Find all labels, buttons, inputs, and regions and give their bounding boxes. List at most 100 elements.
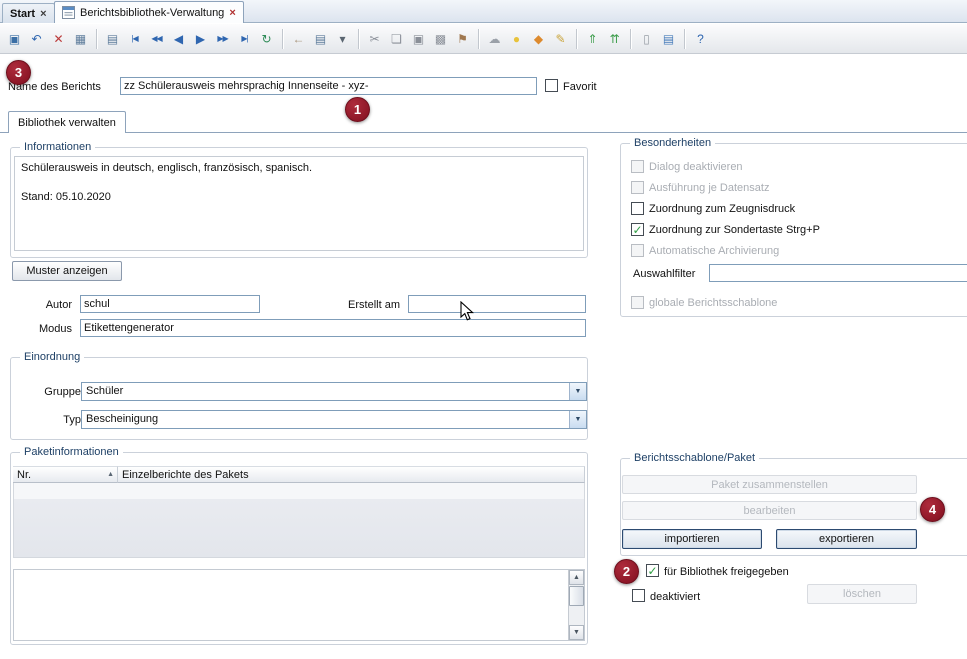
deaktiviert-checkbox[interactable] — [632, 589, 645, 602]
auswahlfilter-label: Auswahlfilter — [633, 268, 695, 280]
tab-start[interactable]: Start × — [2, 3, 55, 23]
favorit-label: Favorit — [563, 81, 597, 93]
marker-icon[interactable]: ✎ — [550, 28, 571, 50]
checkbox-row-zuordnung-zur-sondertaste-strg-p[interactable]: ✓Zuordnung zur Sondertaste Strg+P — [631, 219, 820, 240]
toolbar: ▣↶✕▦▤|◀◀◀◀▶▶▶▶|↻←▤▾✂❏▣▩⚑☁●◆✎⇑⇈▯▤? — [0, 24, 967, 54]
column-header-nr-label: Nr. — [17, 469, 31, 481]
deaktiviert-label: deaktiviert — [650, 591, 700, 603]
panel-top-border — [0, 132, 967, 133]
document-tabstrip: Start × Berichtsbibliothek-Verwaltung × — [0, 0, 967, 23]
paket-notes-box[interactable]: ▲ ▼ — [13, 569, 585, 641]
berichtsschablone-legend: Berichtsschablone/Paket — [630, 452, 759, 464]
paket-zusammenstellen-button: Paket zusammenstellen — [622, 475, 917, 494]
toolbar-separator — [576, 29, 577, 49]
undo-icon[interactable]: ↶ — [26, 28, 47, 50]
beschreibung-textarea[interactable]: Schülerausweis in deutsch, englisch, fra… — [14, 156, 584, 251]
beschreibung-line1: Schülerausweis in deutsch, englisch, fra… — [21, 161, 577, 175]
copy-icon[interactable]: ❏ — [386, 28, 407, 50]
loeschen-button: löschen — [807, 584, 917, 604]
annotation-3: 3 — [6, 60, 31, 85]
autor-label: Autor — [20, 299, 72, 311]
checkbox-label-ausfuehrung-je-datensatz: Ausführung je Datensatz — [649, 182, 769, 194]
typ-combobox[interactable]: Bescheinigung ▼ — [81, 410, 587, 429]
fast-forward-icon[interactable]: ▶▶ — [212, 28, 233, 50]
informationen-legend: Informationen — [20, 141, 95, 153]
erstellt-am-input[interactable] — [408, 295, 586, 313]
paketinformationen-legend: Paketinformationen — [20, 446, 123, 458]
checkbox-row-globale-berichtsschablone: globale Berichtsschablone — [631, 292, 777, 313]
importieren-button[interactable]: importieren — [622, 529, 762, 549]
informationen-group: Informationen Schülerausweis in deutsch,… — [10, 147, 588, 258]
previous-record-icon[interactable]: ◀ — [168, 28, 189, 50]
auswahlfilter-input[interactable] — [709, 264, 967, 282]
save-icon[interactable]: ▣ — [4, 28, 25, 50]
cloud-icon[interactable]: ☁ — [484, 28, 505, 50]
tab-berichtsbibliothek[interactable]: Berichtsbibliothek-Verwaltung × — [54, 1, 244, 23]
datasheet-icon[interactable]: ▤ — [102, 28, 123, 50]
edit-dataset-icon[interactable]: ▦ — [70, 28, 91, 50]
tab-berichtsbibliothek-label: Berichtsbibliothek-Verwaltung — [80, 7, 224, 19]
checkbox-label-zuordnung-zum-zeugnisdruck: Zuordnung zum Zeugnisdruck — [649, 203, 795, 215]
column-header-einzelberichte[interactable]: Einzelberichte des Pakets — [118, 466, 585, 483]
back-icon[interactable]: ← — [288, 28, 309, 50]
paste-icon[interactable]: ▣ — [408, 28, 429, 50]
first-record-icon[interactable]: |◀ — [124, 28, 145, 50]
delete-icon[interactable]: ✕ — [48, 28, 69, 50]
annotation-4: 4 — [920, 497, 945, 522]
typ-label: Typ — [25, 414, 81, 426]
muster-anzeigen-button[interactable]: Muster anzeigen — [12, 261, 122, 281]
mouse-cursor — [460, 301, 474, 322]
checkbox-label-dialog-deaktivieren: Dialog deaktivieren — [649, 161, 743, 173]
cut-icon[interactable]: ✂ — [364, 28, 385, 50]
stamp-icon[interactable]: ⚑ — [452, 28, 473, 50]
fast-back-icon[interactable]: ◀◀ — [146, 28, 167, 50]
tab-start-label: Start — [10, 8, 35, 20]
paste-special-icon[interactable]: ▩ — [430, 28, 451, 50]
help-icon[interactable]: ? — [690, 28, 711, 50]
bulb-icon[interactable]: ● — [506, 28, 527, 50]
checkbox-label-automatische-archivierung: Automatische Archivierung — [649, 245, 779, 257]
toolbar-separator — [96, 29, 97, 49]
typ-dropdown-icon[interactable]: ▼ — [569, 411, 586, 428]
checkbox-row-ausfuehrung-je-datensatz: Ausführung je Datensatz — [631, 177, 820, 198]
column-header-nr[interactable]: Nr. ▲ — [13, 466, 118, 483]
checkbox-zuordnung-zur-sondertaste-strg-p[interactable]: ✓ — [631, 223, 644, 236]
tab-bibliothek-verwalten[interactable]: Bibliothek verwalten — [8, 111, 126, 133]
checkbox-zuordnung-zum-zeugnisdruck[interactable] — [631, 202, 644, 215]
typ-value: Bescheinigung — [86, 413, 158, 425]
einordnung-legend: Einordnung — [20, 351, 84, 363]
scrollbar-thumb[interactable] — [569, 586, 584, 606]
freigegeben-checkbox[interactable]: ✓ — [646, 564, 659, 577]
library-export-icon[interactable]: ⇈ — [604, 28, 625, 50]
notes-scrollbar[interactable]: ▲ ▼ — [568, 570, 584, 640]
favorit-checkbox[interactable] — [545, 79, 558, 92]
report-name-input[interactable] — [120, 77, 537, 95]
gruppe-dropdown-icon[interactable]: ▼ — [569, 383, 586, 400]
column-header-einzelberichte-label: Einzelberichte des Pakets — [122, 469, 249, 481]
tab-start-close-icon[interactable]: × — [40, 8, 46, 20]
report-page-icon[interactable]: ▤ — [658, 28, 679, 50]
next-record-icon[interactable]: ▶ — [190, 28, 211, 50]
checkbox-row-zuordnung-zum-zeugnisdruck[interactable]: Zuordnung zum Zeugnisdruck — [631, 198, 820, 219]
modus-input[interactable] — [80, 319, 586, 337]
gruppe-combobox[interactable]: Schüler ▼ — [81, 382, 587, 401]
refresh-icon[interactable]: ↻ — [256, 28, 277, 50]
report-export-dropdown-icon[interactable]: ▾ — [332, 28, 353, 50]
scroll-up-icon[interactable]: ▲ — [569, 570, 584, 585]
report-export-icon[interactable]: ▤ — [310, 28, 331, 50]
besonderheiten-checkbox-list: Dialog deaktivieren Ausführung je Datensa… — [631, 156, 820, 261]
scroll-down-icon[interactable]: ▼ — [569, 625, 584, 640]
sort-ascending-icon: ▲ — [107, 471, 114, 478]
page-icon[interactable]: ▯ — [636, 28, 657, 50]
exportieren-button[interactable]: exportieren — [776, 529, 917, 549]
horn-icon[interactable]: ◆ — [528, 28, 549, 50]
modus-label: Modus — [20, 323, 72, 335]
library-import-icon[interactable]: ⇑ — [582, 28, 603, 50]
last-record-icon[interactable]: ▶| — [234, 28, 255, 50]
paket-table-body[interactable] — [13, 483, 585, 558]
autor-input[interactable] — [80, 295, 260, 313]
tab-berichtsbibliothek-close-icon[interactable]: × — [229, 7, 235, 19]
berichtsschablone-group: Berichtsschablone/Paket Paket zusammenst… — [620, 458, 967, 556]
toolbar-separator — [630, 29, 631, 49]
gruppe-value: Schüler — [86, 385, 123, 397]
